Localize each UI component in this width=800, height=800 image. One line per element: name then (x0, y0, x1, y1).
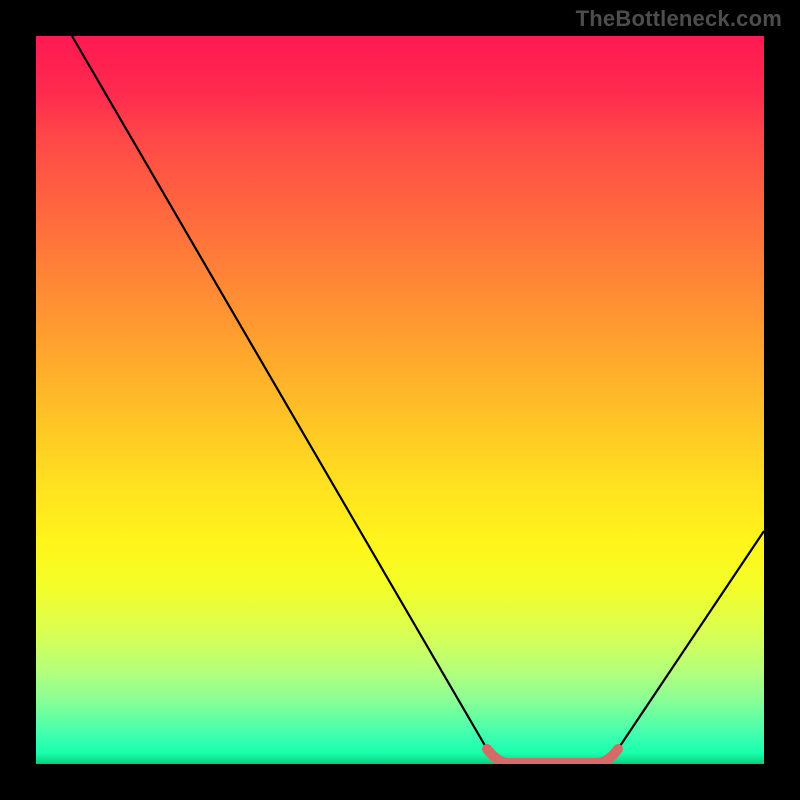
chart-container: TheBottleneck.com (0, 0, 800, 800)
plot-area (36, 36, 764, 764)
bottleneck-curve-path (72, 36, 764, 763)
curve-svg (36, 36, 764, 764)
optimal-range-highlight (487, 749, 618, 763)
watermark-text: TheBottleneck.com (576, 6, 782, 32)
